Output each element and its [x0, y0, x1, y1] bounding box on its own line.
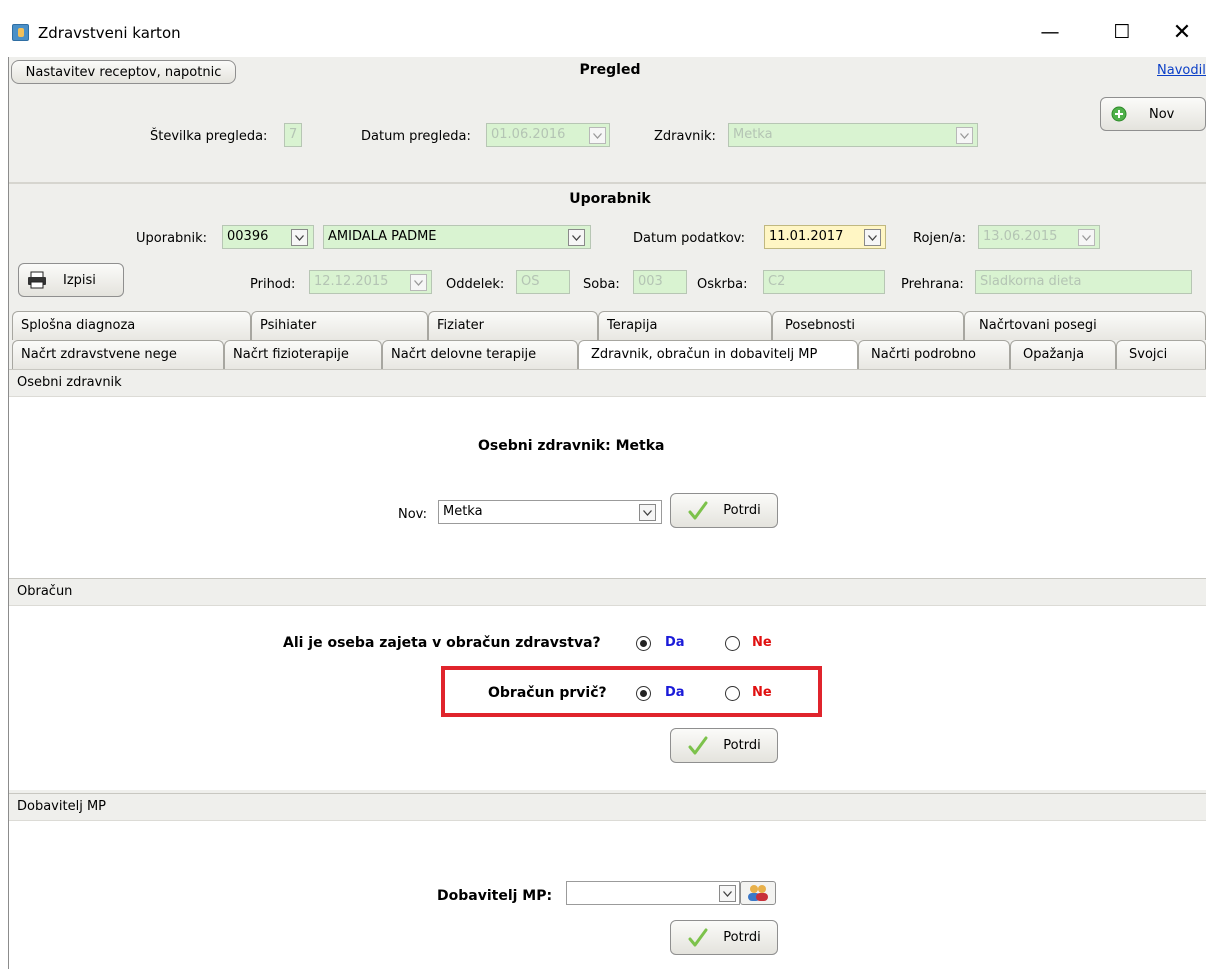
dobavitelj-lookup-button[interactable] — [740, 881, 776, 905]
datum-podatkov-label: Datum podatkov: — [633, 231, 746, 246]
nov-button[interactable]: Nov — [1100, 97, 1206, 131]
obracun-header: Obračun — [9, 578, 1206, 606]
uporabnik-id-dropdown-icon[interactable] — [291, 229, 308, 246]
oddelek-field[interactable]: OS — [516, 270, 570, 294]
tab-terapija[interactable]: Terapija — [598, 311, 772, 340]
datum-podatkov-dropdown-icon[interactable] — [864, 229, 881, 246]
tab-zdravnik-obracun-dobavitelj[interactable]: Zdravnik, obračun in dobavitelj MP — [578, 340, 858, 369]
prehrana-field[interactable]: Sladkorna dieta — [975, 270, 1192, 294]
obracun-question-prvic: Obračun prvič? — [488, 685, 607, 701]
zdravnik-label: Zdravnik: — [654, 129, 716, 144]
add-icon — [1111, 106, 1127, 122]
stevilka-pregleda-label: Številka pregleda: — [150, 129, 268, 144]
prvic-da-radio[interactable] — [636, 686, 651, 701]
prvic-ne-label[interactable]: Ne — [752, 685, 772, 700]
uporabnik-label: Uporabnik: — [136, 231, 208, 246]
osebni-zdravnik-value: Metka — [615, 438, 665, 454]
nastavitev-receptov-button[interactable]: Nastavitev receptov, napotnic — [11, 60, 236, 84]
stevilka-pregleda-field[interactable]: 7 — [284, 123, 302, 147]
potrdi-osebni-button[interactable]: Potrdi — [670, 493, 778, 528]
soba-field[interactable]: 003 — [633, 270, 687, 294]
prehrana-label: Prehrana: — [901, 277, 964, 292]
dobavitelj-label: Dobavitelj MP: — [437, 888, 553, 904]
tab-splosna-diagnoza[interactable]: Splošna diagnoza — [12, 311, 251, 340]
uporabnik-name-dropdown-icon[interactable] — [568, 229, 585, 246]
tab-posebnosti[interactable]: Posebnosti — [772, 311, 964, 340]
prihod-label: Prihod: — [250, 277, 296, 292]
datum-pregleda-dropdown-icon[interactable] — [589, 127, 606, 144]
izpisi-button[interactable]: Izpisi — [18, 263, 124, 297]
window-title: Zdravstveni karton — [38, 24, 181, 42]
uporabnik-name-field[interactable]: AMIDALA PADME — [323, 225, 591, 249]
oddelek-label: Oddelek: — [446, 277, 505, 292]
izpisi-button-label: Izpisi — [63, 272, 96, 288]
oskrba-field[interactable]: C2 — [763, 270, 885, 294]
dobavitelj-select[interactable] — [566, 881, 740, 905]
soba-label: Soba: — [583, 277, 620, 292]
check-icon — [688, 501, 708, 519]
osebni-zdravnik-header: Osebni zdravnik — [9, 369, 1206, 397]
uporabnik-title: Uporabnik — [569, 191, 651, 207]
check-icon — [688, 928, 708, 946]
nov-zdravnik-select[interactable]: Metka — [438, 500, 662, 524]
obracun-question-zajeta: Ali je oseba zajeta v obračun zdravstva? — [283, 635, 601, 651]
nov-zdravnik-label: Nov: — [398, 507, 428, 522]
minimize-button[interactable]: — — [1036, 18, 1064, 46]
users-icon — [748, 885, 768, 901]
navodila-link[interactable]: Navodila — [1157, 63, 1206, 78]
prihod-dropdown-icon[interactable] — [410, 274, 427, 291]
oskrba-label: Oskrba: — [697, 277, 748, 292]
tab-opazanja[interactable]: Opažanja — [1010, 340, 1116, 369]
zdravnik-field[interactable]: Metka — [728, 123, 978, 147]
potrdi-label: Potrdi — [723, 930, 761, 945]
pregled-title: Pregled — [579, 62, 641, 78]
tab-svojci[interactable]: Svojci — [1116, 340, 1206, 369]
tab-nacrtovani-posegi[interactable]: Načrtovani posegi — [964, 311, 1206, 340]
zdravnik-dropdown-icon[interactable] — [956, 127, 973, 144]
potrdi-obracun-button[interactable]: Potrdi — [670, 728, 778, 763]
potrdi-dobavitelj-button[interactable]: Potrdi — [670, 920, 778, 955]
tab-psihiater[interactable]: Psihiater — [251, 311, 428, 340]
rojen-label: Rojen/a: — [913, 231, 966, 246]
osebni-zdravnik-current-label: Osebni zdravnik: Metka — [478, 438, 664, 454]
osebni-zdravnik-label: Osebni zdravnik: — [478, 438, 611, 454]
nov-button-label: Nov — [1149, 106, 1175, 122]
zajeta-ne-radio[interactable] — [725, 636, 740, 651]
app-icon — [12, 24, 29, 41]
datum-pregleda-label: Datum pregleda: — [361, 129, 471, 144]
zajeta-da-label[interactable]: Da — [665, 635, 685, 650]
printer-icon — [28, 271, 46, 289]
dobavitelj-header: Dobavitelj MP — [9, 793, 1206, 821]
tab-fiziater[interactable]: Fiziater — [428, 311, 598, 340]
dobavitelj-dropdown-icon[interactable] — [719, 885, 736, 902]
potrdi-label: Potrdi — [723, 738, 761, 753]
potrdi-label: Potrdi — [723, 503, 761, 518]
tab-nacrti-podrobno[interactable]: Načrti podrobno — [858, 340, 1010, 369]
maximize-button[interactable]: ☐ — [1108, 18, 1136, 46]
title-bar: Zdravstveni karton — ☐ ✕ — [0, 0, 1206, 58]
prvic-ne-radio[interactable] — [725, 686, 740, 701]
rojen-dropdown-icon[interactable] — [1078, 229, 1095, 246]
close-button[interactable]: ✕ — [1168, 18, 1196, 46]
nov-zdravnik-dropdown-icon[interactable] — [639, 504, 656, 521]
prvic-da-label[interactable]: Da — [665, 685, 685, 700]
check-icon — [688, 736, 708, 754]
tab-nacrt-delovne-terapije[interactable]: Načrt delovne terapije — [382, 340, 578, 369]
zajeta-da-radio[interactable] — [636, 636, 651, 651]
tab-nacrt-zdravstvene-nege[interactable]: Načrt zdravstvene nege — [12, 340, 224, 369]
zajeta-ne-label[interactable]: Ne — [752, 635, 772, 650]
tab-nacrt-fizioterapije[interactable]: Načrt fizioterapije — [224, 340, 382, 369]
osebni-zdravnik-panel — [9, 397, 1206, 578]
